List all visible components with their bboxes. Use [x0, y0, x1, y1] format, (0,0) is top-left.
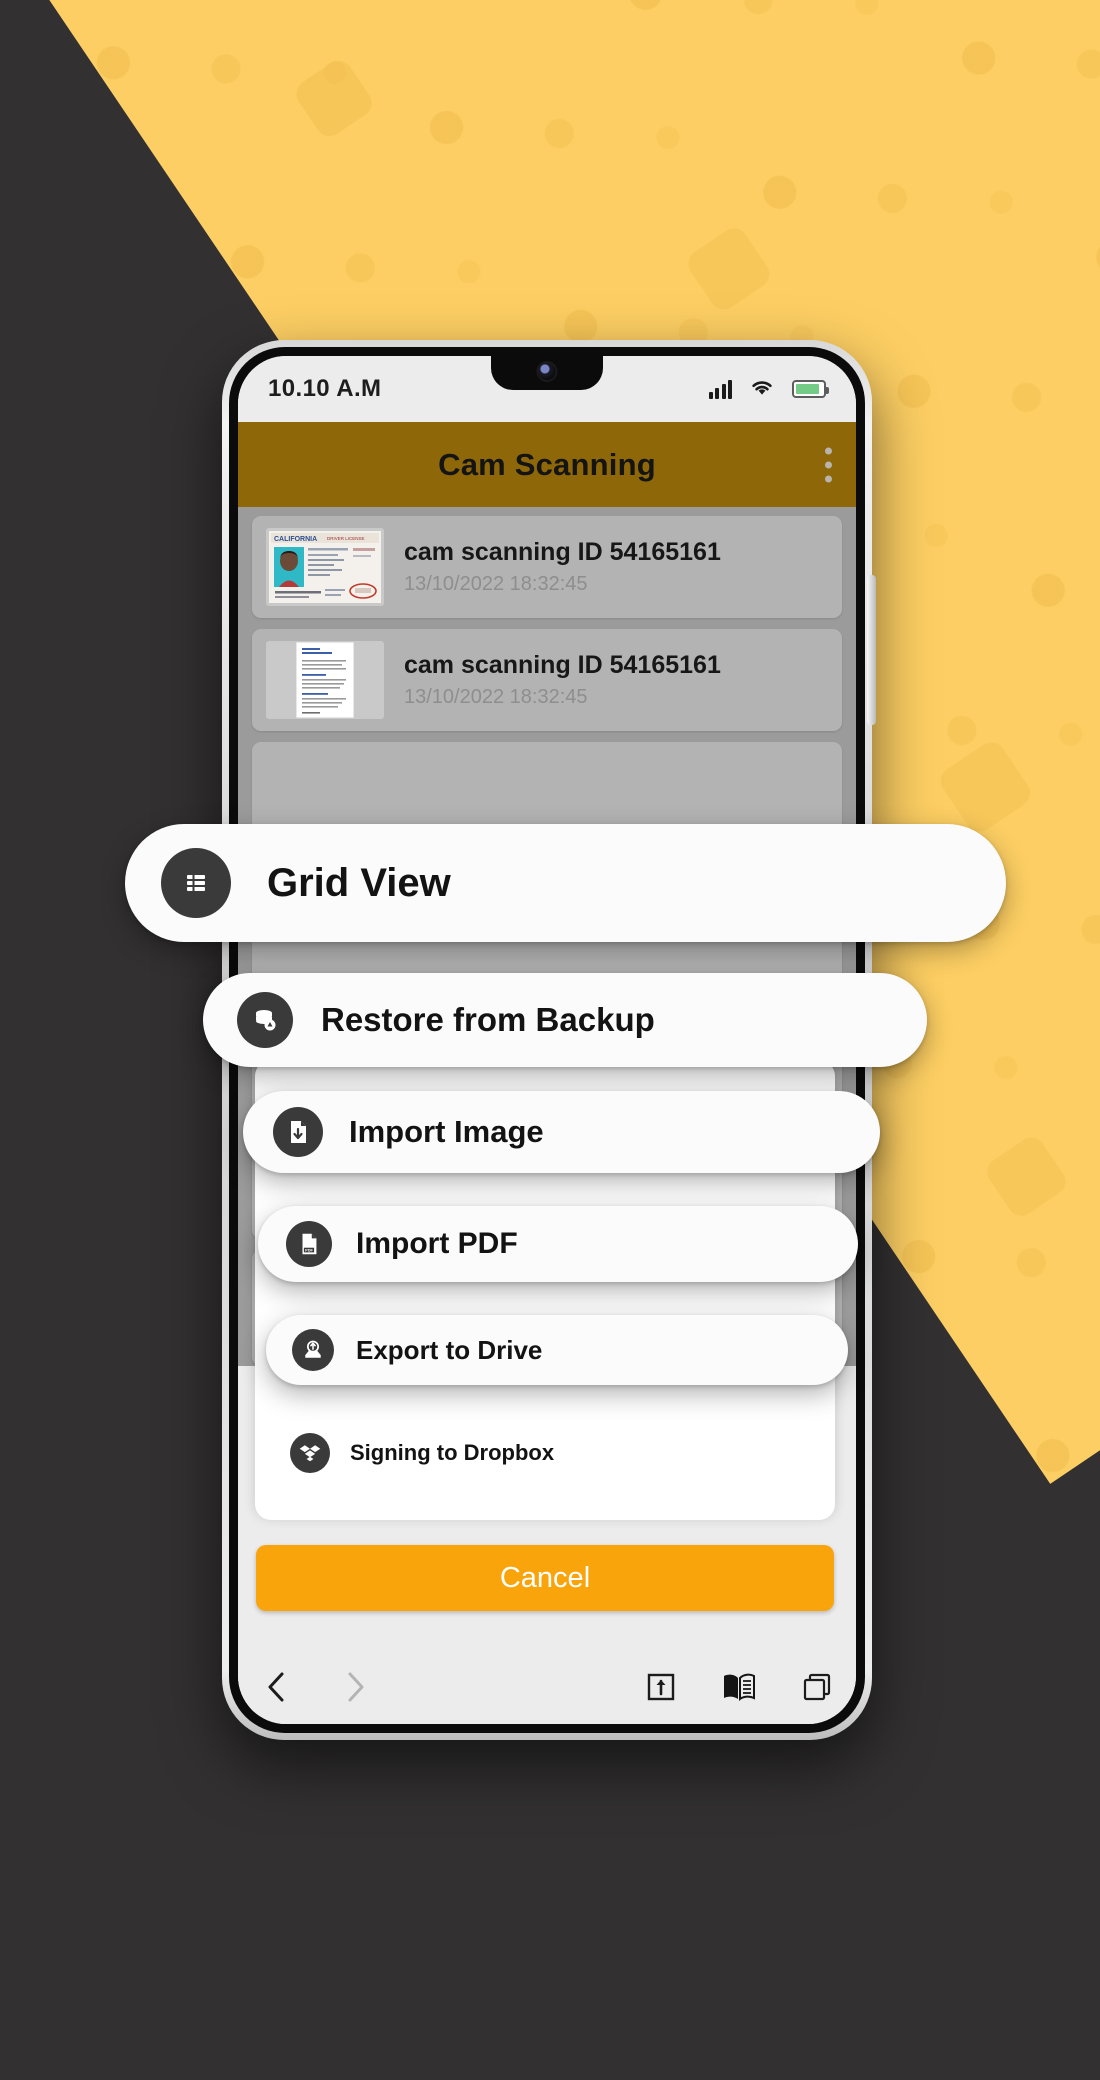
kebab-menu-icon[interactable]: [825, 447, 832, 482]
nav-share-button[interactable]: [622, 1650, 700, 1724]
dropbox-icon: [290, 1433, 330, 1473]
camera-notch: [491, 356, 603, 390]
action-label: Signing to Dropbox: [350, 1440, 555, 1465]
action-label: Restore from Backup: [321, 1001, 655, 1038]
action-export-to-drive[interactable]: Export to Drive: [266, 1315, 848, 1385]
action-label: Import Image: [349, 1114, 544, 1149]
svg-text:CALIFORNIA: CALIFORNIA: [274, 536, 317, 543]
action-restore-from-backup[interactable]: Restore from Backup: [203, 973, 927, 1067]
action-import-pdf[interactable]: PDF Import PDF: [258, 1206, 858, 1282]
nav-bookmarks-button[interactable]: [700, 1650, 778, 1724]
list-item[interactable]: CALIFORNIA DRIVER LICENSE cam scanning I…: [252, 516, 842, 618]
list-item-title: cam scanning ID 54165161: [404, 651, 721, 679]
list-item-date: 13/10/2022 18:32:45: [404, 686, 588, 708]
action-label: Export to Drive: [356, 1334, 543, 1365]
action-grid-view[interactable]: Grid View: [125, 824, 1006, 942]
action-signing-to-dropbox[interactable]: Signing to Dropbox: [290, 1425, 770, 1481]
battery-icon: [792, 380, 829, 398]
database-restore-icon: [237, 992, 293, 1048]
grid-view-icon: [161, 848, 231, 918]
signal-bars-icon: [708, 379, 732, 399]
upload-tray-icon: [292, 1329, 334, 1371]
copy-tabs-icon: [803, 1673, 831, 1701]
browser-bottom-nav: [238, 1650, 856, 1724]
list-item-date: 13/10/2022 18:32:45: [404, 573, 588, 595]
open-book-icon: [724, 1673, 755, 1701]
list-item-title: cam scanning ID 54165161: [404, 538, 721, 566]
nav-back-button[interactable]: [238, 1650, 316, 1724]
app-bar: Cam Scanning: [238, 422, 856, 507]
action-label: Import PDF: [356, 1227, 518, 1260]
list-item-meta: cam scanning ID 54165161 13/10/2022 18:3…: [404, 538, 721, 596]
pdf-file-icon: PDF: [286, 1221, 332, 1267]
california-id-card-thumbnail: CALIFORNIA DRIVER LICENSE: [266, 528, 384, 606]
chevron-right-icon: [348, 1672, 364, 1702]
cancel-button[interactable]: Cancel: [256, 1545, 834, 1611]
chevron-left-icon: [268, 1672, 284, 1702]
page-title: Cam Scanning: [438, 446, 656, 482]
list-item-meta: cam scanning ID 54165161 13/10/2022 18:3…: [404, 651, 721, 709]
grunge-texture-bottom-left: [0, 1745, 585, 2080]
list-item[interactable]: cam scanning ID 54165161 13/10/2022 18:3…: [252, 629, 842, 731]
status-clock: 10.10 A.M: [268, 375, 382, 402]
share-upload-icon: [647, 1673, 675, 1701]
nav-tabs-button[interactable]: [778, 1650, 856, 1724]
status-icon-group: [708, 377, 829, 402]
svg-text:PDF: PDF: [305, 1248, 313, 1253]
nav-forward-button[interactable]: [316, 1650, 394, 1724]
wifi-icon: [749, 377, 775, 402]
status-bar: 10.10 A.M: [238, 356, 856, 422]
svg-text:DRIVER LICENSE: DRIVER LICENSE: [327, 536, 365, 541]
phone-side-button[interactable]: [867, 575, 876, 725]
text-document-thumbnail: [266, 641, 384, 719]
image-import-icon: [273, 1107, 323, 1157]
action-label: Grid View: [267, 860, 451, 905]
action-import-image[interactable]: Import Image: [243, 1091, 880, 1173]
